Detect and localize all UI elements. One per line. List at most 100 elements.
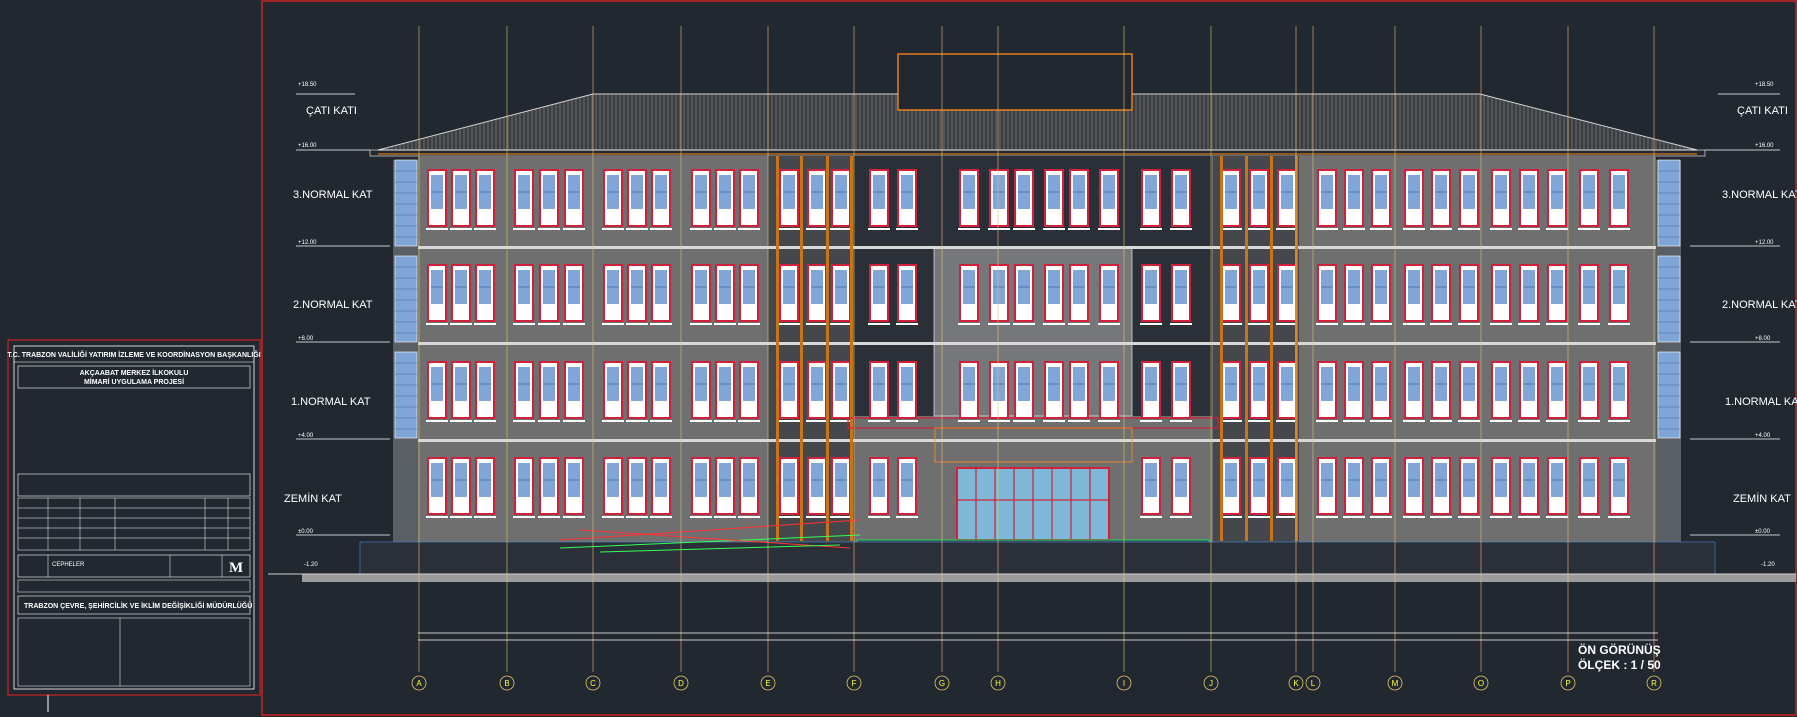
window bbox=[426, 169, 448, 230]
floor-label-ground-left: ZEMİN KAT bbox=[284, 492, 342, 505]
window bbox=[426, 457, 448, 518]
window bbox=[1220, 169, 1242, 230]
title-block-header: T.C. TRABZON VALİLİĞİ YATIRIM İZLEME VE … bbox=[7, 350, 260, 359]
grid-axis-label: E bbox=[765, 679, 770, 688]
window bbox=[1458, 169, 1480, 230]
project-name-line2: MİMARİ UYGULAMA PROJESİ bbox=[84, 378, 184, 386]
window bbox=[1370, 457, 1392, 518]
window bbox=[830, 264, 852, 325]
level-eave-left: +16.00 bbox=[298, 143, 317, 149]
window bbox=[1043, 169, 1065, 230]
window bbox=[513, 361, 535, 422]
window bbox=[1546, 361, 1568, 422]
window bbox=[988, 361, 1010, 422]
window bbox=[1316, 457, 1338, 518]
grid-axis-label: K bbox=[1293, 679, 1299, 688]
level-eave-right: +16.00 bbox=[1755, 143, 1774, 149]
column bbox=[1220, 156, 1223, 541]
window bbox=[1608, 264, 1630, 325]
column bbox=[800, 156, 803, 541]
grid-axis-label: F bbox=[852, 679, 857, 688]
window bbox=[1220, 264, 1242, 325]
window bbox=[830, 457, 852, 518]
sheet-name: CEPHELER bbox=[52, 562, 85, 568]
floor-slab bbox=[418, 246, 1656, 249]
window bbox=[738, 361, 760, 422]
floor-label-roof-right: ÇATI KATI bbox=[1737, 105, 1788, 117]
window bbox=[474, 457, 496, 518]
window bbox=[1490, 361, 1512, 422]
window bbox=[738, 169, 760, 230]
grid-axis-label: R bbox=[1651, 679, 1657, 688]
grid-axis-label: D bbox=[678, 679, 684, 688]
window bbox=[1343, 361, 1365, 422]
grid-axis-label: L bbox=[1311, 679, 1316, 688]
grid-axis-label: H bbox=[995, 679, 1001, 688]
level-top-right: +18.50 bbox=[1755, 82, 1774, 88]
scale-label: ÖLÇEK : 1 / 50 bbox=[1578, 657, 1661, 672]
window bbox=[650, 361, 672, 422]
window bbox=[958, 169, 980, 230]
window bbox=[690, 169, 712, 230]
window bbox=[1578, 264, 1600, 325]
window bbox=[1370, 361, 1392, 422]
project-name-line1: AKÇAABAT MERKEZ İLKOKULU bbox=[80, 369, 189, 377]
floor-slab bbox=[418, 342, 1656, 345]
window bbox=[1140, 169, 1162, 230]
level-top-left: +18.50 bbox=[298, 82, 317, 88]
window bbox=[806, 264, 828, 325]
window bbox=[602, 361, 624, 422]
window bbox=[1518, 264, 1540, 325]
window bbox=[1578, 361, 1600, 422]
grid-axis-label: G bbox=[939, 679, 945, 688]
window bbox=[1013, 169, 1035, 230]
window bbox=[1490, 457, 1512, 518]
level-l0-left: ±0.00 bbox=[298, 529, 314, 535]
window bbox=[1343, 264, 1365, 325]
window bbox=[1140, 457, 1162, 518]
window bbox=[1518, 169, 1540, 230]
window bbox=[1068, 361, 1090, 422]
grid-axis-label: P bbox=[1565, 679, 1570, 688]
window bbox=[1276, 361, 1298, 422]
level-l1-right: +4.00 bbox=[1755, 433, 1771, 439]
window bbox=[1220, 361, 1242, 422]
floor-slab bbox=[418, 439, 1656, 442]
column bbox=[1270, 156, 1273, 541]
grid-axis-label: M bbox=[1392, 679, 1399, 688]
window bbox=[650, 457, 672, 518]
window bbox=[1068, 169, 1090, 230]
window bbox=[1430, 457, 1452, 518]
window bbox=[1546, 264, 1568, 325]
stair-glazing bbox=[1657, 255, 1681, 343]
window bbox=[778, 264, 800, 325]
window bbox=[1403, 457, 1425, 518]
window bbox=[1430, 361, 1452, 422]
window bbox=[626, 169, 648, 230]
window bbox=[1608, 361, 1630, 422]
window bbox=[1518, 457, 1540, 518]
window bbox=[778, 361, 800, 422]
window bbox=[626, 264, 648, 325]
window bbox=[714, 169, 736, 230]
window bbox=[1370, 264, 1392, 325]
window bbox=[988, 264, 1010, 325]
window bbox=[988, 169, 1010, 230]
window bbox=[1170, 169, 1192, 230]
window bbox=[1458, 264, 1480, 325]
window bbox=[426, 361, 448, 422]
window bbox=[1546, 169, 1568, 230]
window bbox=[1518, 361, 1540, 422]
window bbox=[868, 169, 890, 230]
window bbox=[474, 264, 496, 325]
window bbox=[1578, 457, 1600, 518]
level-l3-right: +12.00 bbox=[1755, 240, 1774, 246]
window bbox=[1220, 457, 1242, 518]
window bbox=[714, 264, 736, 325]
window bbox=[1546, 457, 1568, 518]
window bbox=[1458, 457, 1480, 518]
floor-label-second-left: 2.NORMAL KAT bbox=[293, 299, 373, 311]
window bbox=[1403, 361, 1425, 422]
window bbox=[1248, 169, 1270, 230]
window bbox=[426, 264, 448, 325]
